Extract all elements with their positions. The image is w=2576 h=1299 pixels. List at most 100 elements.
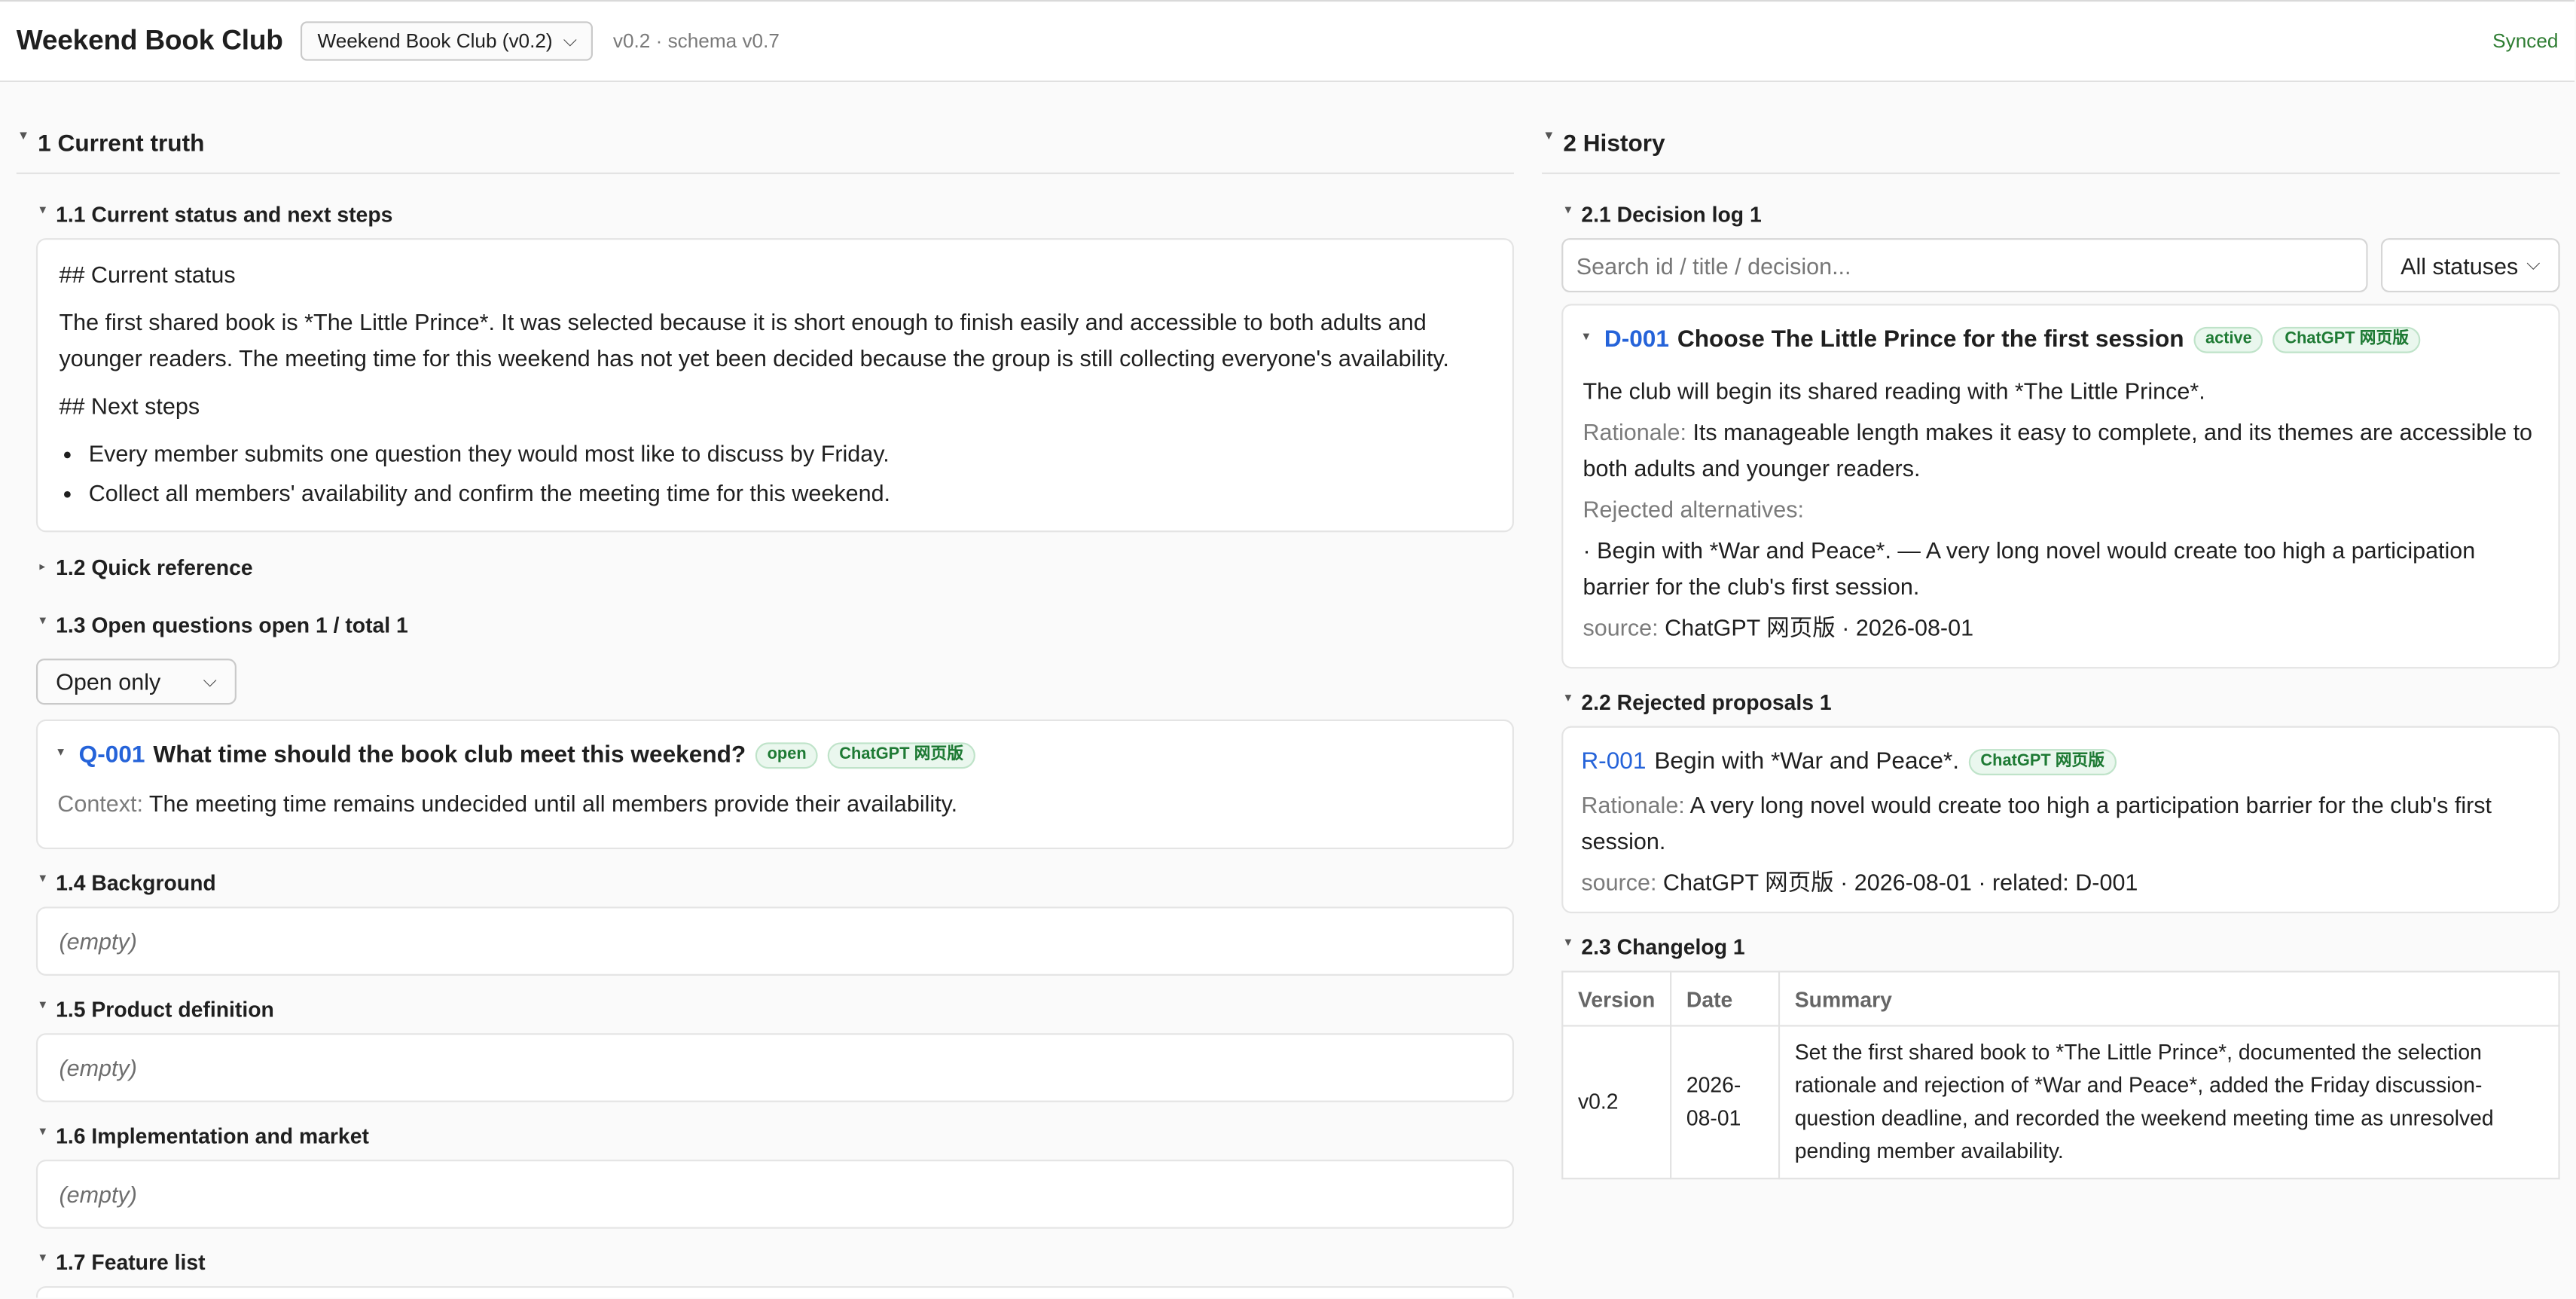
section-current-truth-header[interactable]: ▾ 1 Current truth: [16, 84, 1514, 175]
section-title: 1 Current truth: [38, 130, 205, 157]
collapse-toggle-icon[interactable]: ▾: [39, 1249, 56, 1264]
background-card: (empty): [35, 906, 1514, 976]
section-changelog-header[interactable]: ▾ 2.3 Changelog 1: [1542, 934, 2560, 958]
collapse-toggle-icon[interactable]: ▾: [1565, 201, 1582, 216]
collapse-toggle-icon[interactable]: ▾: [1545, 127, 1563, 145]
context-text: The meeting time remains undecided until…: [148, 790, 958, 817]
section-open-questions-header[interactable]: ▾ 1.3 Open questions open 1 / total 1: [17, 612, 1514, 637]
sync-status: Synced: [2492, 29, 2559, 53]
section-title: 1.4 Background: [56, 870, 216, 895]
collapse-toggle-icon[interactable]: ▾: [39, 201, 56, 216]
section-history-header[interactable]: ▾ 2 History: [1542, 84, 2560, 175]
decision-search-input[interactable]: Search id / title / decision...: [1561, 238, 2368, 293]
status-filter-select[interactable]: All statuses ⌵: [2381, 238, 2560, 293]
column-header-summary: Summary: [1778, 970, 2560, 1027]
decision-rationale: Rationale: Its manageable length makes i…: [1583, 414, 2539, 486]
context-label: Context:: [57, 790, 143, 817]
next-steps-heading: ## Next steps: [59, 393, 200, 419]
status-markdown-card: ## Current status The first shared book …: [35, 238, 1514, 533]
chevron-down-icon: ⌵: [2526, 254, 2541, 275]
section-implementation-header[interactable]: ▾ 1.6 Implementation and market: [17, 1123, 1514, 1148]
source-text: ChatGPT 网页版 · 2026-08-01: [1665, 614, 1974, 641]
decision-source: source: ChatGPT 网页版 · 2026-08-01: [1583, 610, 2539, 646]
changelog-table: Version Date Summary v0.2 2026-08-01 Set…: [1561, 970, 2560, 1180]
collapse-toggle-icon[interactable]: ▾: [1565, 689, 1582, 705]
app-window: Weekend Book Club Weekend Book Club (v0.…: [0, 0, 2575, 1298]
version-select[interactable]: Weekend Book Club (v0.2) ⌵: [301, 21, 594, 61]
section-title: 2 History: [1563, 130, 1665, 157]
section-title: 1.5 Product definition: [56, 996, 274, 1021]
section-title: 2.1 Decision log 1: [1581, 201, 1762, 226]
expand-toggle-icon[interactable]: ▸: [39, 560, 56, 573]
empty-placeholder: (empty): [59, 1054, 137, 1081]
section-status-header[interactable]: ▾ 1.1 Current status and next steps: [17, 201, 1514, 226]
status-text: The first shared book is *The Little Pri…: [59, 308, 1449, 371]
decision-title: Choose The Little Prince for the first s…: [1677, 326, 2184, 353]
rationale-text: A very long novel would create too high …: [1581, 791, 2492, 854]
table-row: v0.2 2026-08-01 Set the first shared boo…: [1561, 1025, 2560, 1180]
list-item: Collect all members' availability and co…: [89, 475, 1491, 511]
section-title: 1.2 Quick reference: [56, 554, 253, 579]
section-feature-list-header[interactable]: ▾ 1.7 Feature list: [17, 1249, 1514, 1274]
filter-value: Open only: [56, 668, 161, 695]
empty-placeholder: (empty): [59, 928, 137, 955]
question-id[interactable]: Q-001: [79, 742, 145, 769]
rejected-alternative: · Begin with *War and Peace*. — A very l…: [1583, 536, 2476, 600]
section-decision-log-header[interactable]: ▾ 2.1 Decision log 1: [1542, 201, 2560, 226]
section-product-definition-header[interactable]: ▾ 1.5 Product definition: [17, 996, 1514, 1021]
rationale-text: Its manageable length makes it easy to c…: [1583, 418, 2533, 481]
collapse-toggle-icon[interactable]: ▾: [57, 743, 78, 758]
cell-summary: Set the first shared book to *The Little…: [1778, 1025, 2560, 1180]
cell-version: v0.2: [1561, 1025, 1672, 1180]
section-rejected-proposals-header[interactable]: ▾ 2.2 Rejected proposals 1: [1542, 689, 2560, 714]
chevron-down-icon: ⌵: [563, 30, 577, 50]
question-card: ▾ Q-001 What time should the book club m…: [35, 719, 1514, 850]
section-quick-reference-header[interactable]: ▸ 1.2 Quick reference: [17, 555, 1514, 579]
current-truth-panel: ▾ 1 Current truth ▾ 1.1 Current status a…: [16, 84, 1514, 1298]
question-title-row[interactable]: ▾ Q-001 What time should the book club m…: [57, 742, 1492, 769]
collapse-toggle-icon[interactable]: ▾: [39, 870, 56, 885]
history-panel: ▾ 2 History ▾ 2.1 Decision log 1 Search …: [1542, 84, 2560, 1180]
proposal-rationale: Rationale: A very long novel would creat…: [1581, 787, 2538, 859]
question-title: What time should the book club meet this…: [153, 742, 746, 769]
source-badge: ChatGPT 网页版: [1969, 749, 2117, 775]
proposal-title-row: R-001 Begin with *War and Peace*. ChatGP…: [1581, 749, 2538, 775]
proposal-title: Begin with *War and Peace*.: [1654, 749, 1960, 775]
implementation-card: (empty): [35, 1160, 1514, 1229]
section-title: 2.3 Changelog 1: [1581, 934, 1745, 959]
list-item: Every member submits one question they w…: [89, 436, 1491, 472]
app-title: Weekend Book Club: [16, 24, 283, 57]
version-meta: v0.2 · schema v0.7: [612, 29, 780, 53]
status-badge: open: [755, 742, 818, 769]
collapse-toggle-icon[interactable]: ▾: [39, 1123, 56, 1138]
collapse-toggle-icon[interactable]: ▾: [39, 612, 56, 627]
collapse-toggle-icon[interactable]: ▾: [39, 996, 56, 1011]
open-questions-filter[interactable]: Open only ⌵: [35, 659, 237, 705]
proposal-id[interactable]: R-001: [1581, 749, 1646, 775]
proposal-source: source: ChatGPT 网页版 · 2026-08-01 · relat…: [1581, 864, 2538, 900]
column-header-date: Date: [1670, 970, 1781, 1027]
collapse-toggle-icon[interactable]: ▾: [20, 127, 38, 145]
status-heading: ## Current status: [59, 261, 236, 288]
decision-title-row[interactable]: ▾ D-001 Choose The Little Prince for the…: [1583, 326, 2539, 353]
section-title: 1.6 Implementation and market: [56, 1123, 369, 1148]
section-title: 1.7 Feature list: [56, 1249, 206, 1274]
source-badge: ChatGPT 网页版: [2273, 326, 2421, 353]
cell-date: 2026-08-01: [1670, 1025, 1781, 1180]
source-badge: ChatGPT 网页版: [828, 742, 975, 769]
decision-text: The club will begin its shared reading w…: [1583, 377, 2205, 405]
collapse-toggle-icon[interactable]: ▾: [1583, 328, 1604, 343]
collapse-toggle-icon[interactable]: ▾: [1565, 934, 1582, 949]
decision-card: ▾ D-001 Choose The Little Prince for the…: [1561, 304, 2560, 669]
search-placeholder: Search id / title / decision...: [1576, 252, 1851, 279]
section-title: 1.1 Current status and next steps: [56, 201, 393, 226]
next-steps-list: Every member submits one question they w…: [59, 436, 1491, 511]
chevron-down-icon: ⌵: [203, 671, 217, 691]
question-context: Context: The meeting time remains undeci…: [57, 785, 1492, 821]
top-bar: Weekend Book Club Weekend Book Club (v0.…: [0, 2, 2575, 82]
rationale-label: Rationale:: [1583, 418, 1686, 445]
table-header-row: Version Date Summary: [1561, 970, 2560, 1027]
source-label: source:: [1583, 614, 1659, 641]
section-background-header[interactable]: ▾ 1.4 Background: [17, 870, 1514, 894]
decision-id[interactable]: D-001: [1604, 327, 1669, 353]
